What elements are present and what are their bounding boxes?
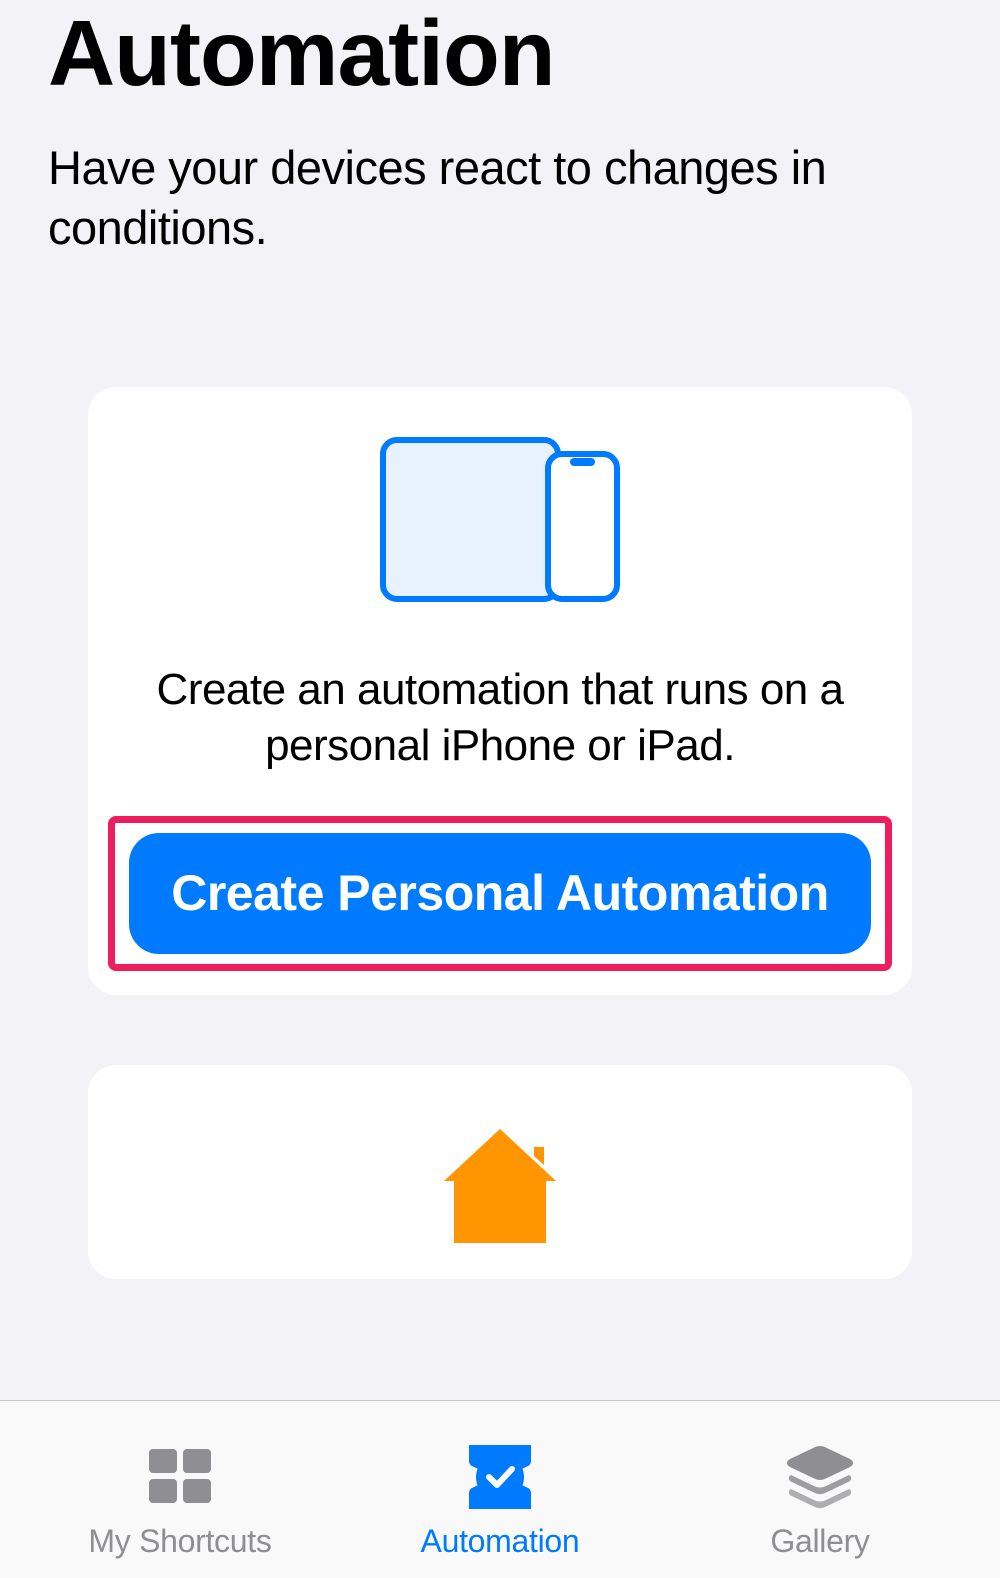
- main-content: Automation Have your devices react to ch…: [0, 0, 1000, 1400]
- tab-label: Gallery: [770, 1523, 869, 1560]
- devices-icon: [380, 437, 620, 602]
- personal-automation-card: Create an automation that runs on a pers…: [88, 387, 912, 996]
- tab-label: Automation: [421, 1523, 580, 1560]
- house-icon: [430, 1115, 570, 1255]
- personal-card-description: Create an automation that runs on a pers…: [118, 662, 882, 775]
- layers-icon: [782, 1444, 858, 1510]
- highlight-annotation: Create Personal Automation: [108, 816, 892, 971]
- create-personal-automation-button[interactable]: Create Personal Automation: [129, 833, 871, 954]
- grid-icon: [145, 1447, 215, 1507]
- page-title: Automation: [48, 0, 952, 104]
- tab-my-shortcuts[interactable]: My Shortcuts: [22, 1401, 339, 1560]
- checkmark-badge-icon: [457, 1441, 543, 1513]
- tab-bar: My Shortcuts Automation Gallery: [0, 1400, 1000, 1578]
- tab-automation[interactable]: Automation: [342, 1401, 659, 1560]
- page-subtitle: Have your devices react to changes in co…: [48, 138, 952, 258]
- tab-label: My Shortcuts: [88, 1523, 271, 1560]
- tab-gallery[interactable]: Gallery: [662, 1401, 979, 1560]
- home-automation-card: [88, 1065, 912, 1279]
